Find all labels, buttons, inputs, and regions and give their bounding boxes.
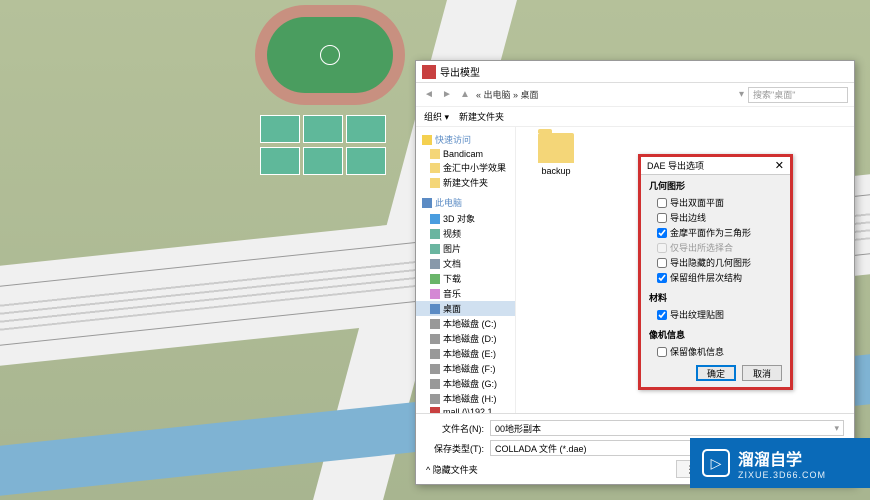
chk-textures[interactable]: 导出纹理贴图 — [649, 307, 782, 322]
chk-two-sided[interactable]: 导出双面平面 — [649, 195, 782, 210]
ok-button[interactable]: 确定 — [696, 365, 736, 381]
cancel-button[interactable]: 取消 — [742, 365, 782, 381]
sidebar-item[interactable]: mall (\\192.1 — [416, 406, 515, 413]
disk-icon — [430, 364, 440, 374]
sidebar-item[interactable]: 3D 对象 — [416, 211, 515, 226]
folder-icon — [538, 133, 574, 163]
dialog-titlebar: 导出模型 — [416, 61, 854, 83]
filename-label: 文件名(N): — [426, 422, 484, 435]
organize-button[interactable]: 组织 ▾ — [424, 110, 449, 123]
sports-field — [255, 5, 405, 105]
chk-edges[interactable]: 导出边线 — [649, 210, 782, 225]
section-camera: 像机信息 — [649, 328, 782, 341]
sidebar-item[interactable]: 文档 — [416, 256, 515, 271]
sidebar-item[interactable]: 金汇中小学效果 — [416, 160, 515, 175]
music-icon — [430, 289, 440, 299]
fav-group[interactable]: 快速访问 — [416, 131, 515, 148]
filename-input[interactable]: 00地形副本▾ — [490, 420, 844, 436]
nav-up-icon[interactable]: ▲ — [458, 88, 472, 102]
section-geometry: 几何图形 — [649, 179, 782, 192]
sidebar-item[interactable]: 本地磁盘 (C:) — [416, 316, 515, 331]
dialog-title: 导出模型 — [440, 64, 848, 79]
pc-group[interactable]: 此电脑 — [416, 194, 515, 211]
sidebar-item-desktop[interactable]: 桌面 — [416, 301, 515, 316]
folder-icon — [430, 178, 440, 188]
sidebar-item[interactable]: 本地磁盘 (F:) — [416, 361, 515, 376]
sidebar-item[interactable]: Bandicam — [416, 148, 515, 160]
sidebar-item[interactable]: 音乐 — [416, 286, 515, 301]
play-icon: ▷ — [702, 449, 730, 477]
disk-icon — [430, 334, 440, 344]
filetype-label: 保存类型(T): — [426, 442, 484, 455]
chk-hierarchy[interactable]: 保留组件层次结构 — [649, 270, 782, 285]
folder-icon — [430, 149, 440, 159]
chk-hidden-geom[interactable]: 导出隐藏的几何图形 — [649, 255, 782, 270]
sidebar-item[interactable]: 新建文件夹 — [416, 175, 515, 190]
disk-icon — [430, 394, 440, 404]
chk-camera[interactable]: 保留像机信息 — [649, 344, 782, 359]
opt-title: DAE 导出选项 — [647, 159, 775, 172]
dropdown-icon[interactable]: ▾ — [739, 89, 744, 100]
file-item[interactable]: backup — [526, 133, 586, 176]
breadcrumb[interactable]: « 出电脑 » 桌面 — [476, 88, 735, 101]
nav-bar: ◄ ► ▲ « 出电脑 » 桌面 ▾ 搜索"桌面" — [416, 83, 854, 107]
download-icon — [430, 274, 440, 284]
sidebar-item[interactable]: 本地磁盘 (D:) — [416, 331, 515, 346]
star-icon — [422, 135, 432, 145]
sidebar-item[interactable]: 本地磁盘 (G:) — [416, 376, 515, 391]
section-material: 材料 — [649, 291, 782, 304]
opt-titlebar: DAE 导出选项 ✕ — [641, 157, 790, 175]
nav-back-icon[interactable]: ◄ — [422, 88, 436, 102]
sidebar-item[interactable]: 本地磁盘 (E:) — [416, 346, 515, 361]
video-icon — [430, 229, 440, 239]
watermark: ▷ 溜溜自学 ZIXUE.3D66.COM — [690, 438, 870, 488]
picture-icon — [430, 244, 440, 254]
wm-url: ZIXUE.3D66.COM — [738, 470, 826, 480]
disk-icon — [430, 349, 440, 359]
nav-fwd-icon[interactable]: ► — [440, 88, 454, 102]
wm-title: 溜溜自学 — [738, 446, 826, 470]
computer-icon — [422, 198, 432, 208]
sidebar-item[interactable]: 下载 — [416, 271, 515, 286]
desktop-icon — [430, 304, 440, 314]
sidebar-item[interactable]: 图片 — [416, 241, 515, 256]
chk-triangulate[interactable]: 金摩平面作为三角形 — [649, 225, 782, 240]
obj3d-icon — [430, 214, 440, 224]
chk-selection-only: 仅导出所选择合 — [649, 240, 782, 255]
courts — [260, 115, 390, 175]
search-input[interactable]: 搜索"桌面" — [748, 87, 848, 103]
hide-folders-toggle[interactable]: ^ 隐藏文件夹 — [426, 463, 478, 476]
folder-icon — [430, 163, 440, 173]
disk-icon — [430, 319, 440, 329]
close-icon[interactable]: ✕ — [775, 159, 784, 172]
doc-icon — [430, 259, 440, 269]
sidebar: 快速访问 Bandicam 金汇中小学效果 新建文件夹 此电脑 3D 对象 视频… — [416, 127, 516, 413]
app-icon — [422, 65, 436, 79]
newfolder-button[interactable]: 新建文件夹 — [459, 110, 504, 123]
export-options-dialog: DAE 导出选项 ✕ 几何图形 导出双面平面 导出边线 金摩平面作为三角形 仅导… — [638, 154, 793, 390]
file-name: backup — [541, 166, 570, 176]
sidebar-item[interactable]: 本地磁盘 (H:) — [416, 391, 515, 406]
sidebar-item[interactable]: 视频 — [416, 226, 515, 241]
disk-icon — [430, 379, 440, 389]
chevron-down-icon[interactable]: ▾ — [834, 423, 839, 434]
toolbar: 组织 ▾ 新建文件夹 — [416, 107, 854, 127]
